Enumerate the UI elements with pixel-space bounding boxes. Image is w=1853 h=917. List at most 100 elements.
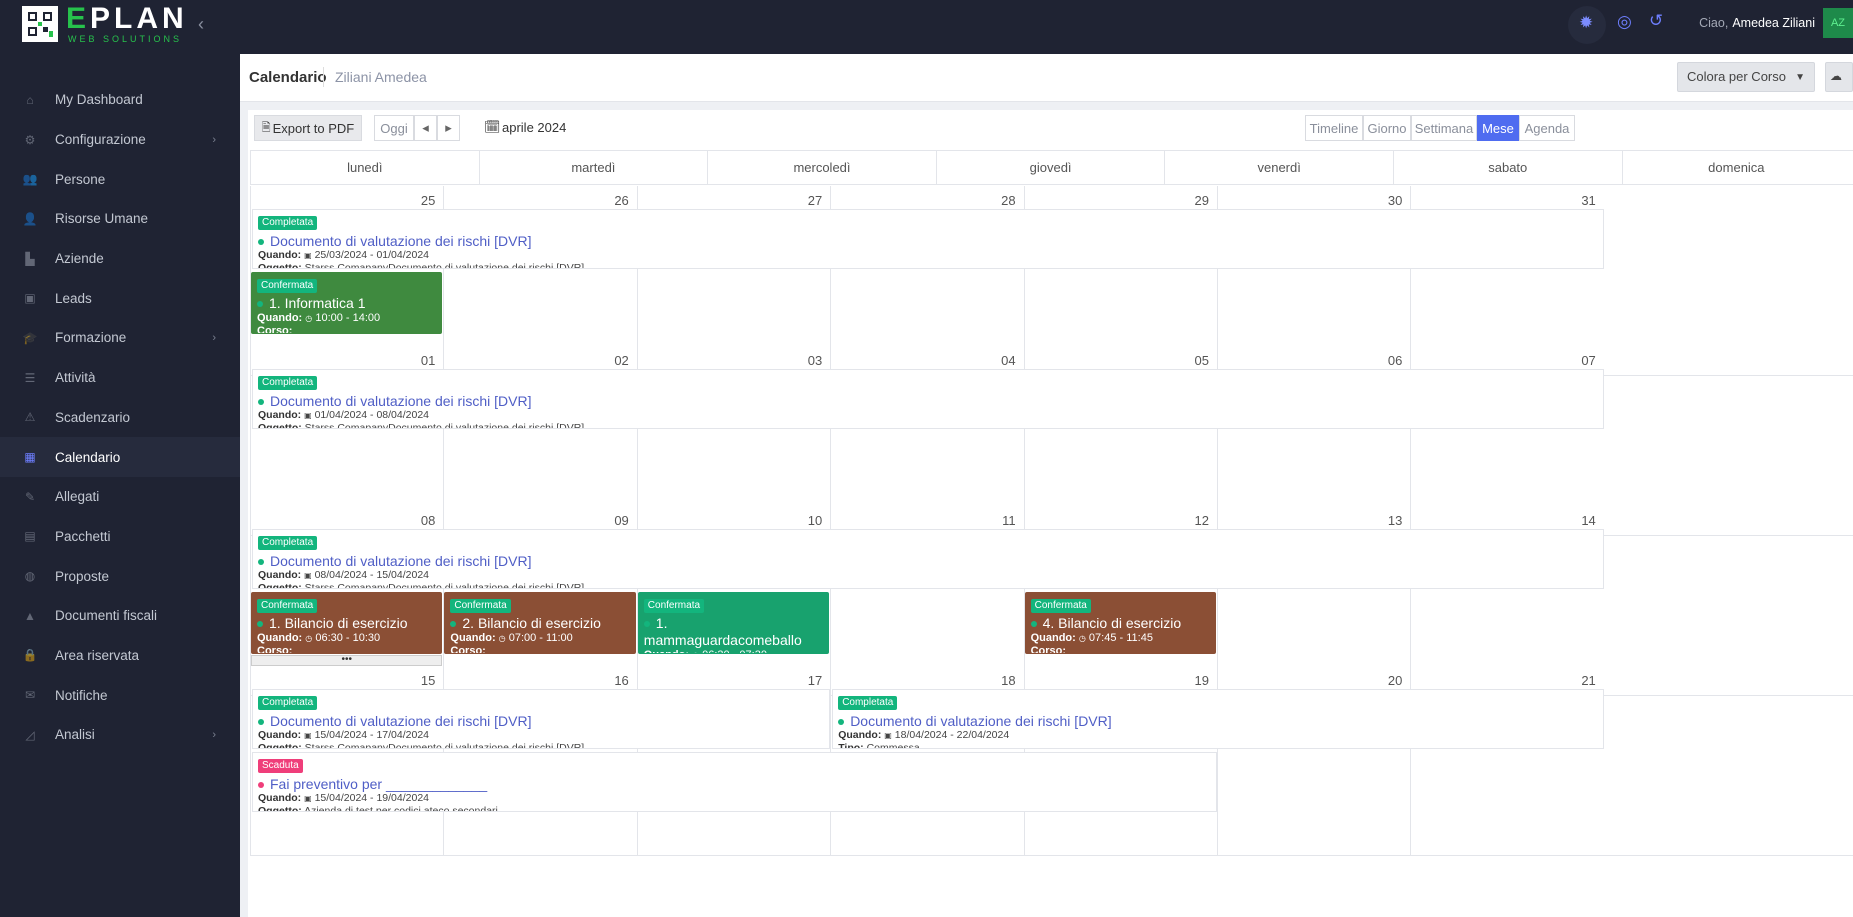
view-giorno-button[interactable]: Giorno <box>1363 115 1411 141</box>
sidebar-item-pacchetti[interactable]: ▤ Pacchetti <box>0 517 240 557</box>
day-number[interactable]: 20 <box>1388 673 1402 688</box>
day-number[interactable]: 15 <box>421 673 435 688</box>
view-settimana-button[interactable]: Settimana <box>1411 115 1477 141</box>
sidebar-item-proposte[interactable]: ◍ Proposte <box>0 556 240 596</box>
course-title[interactable]: 1. Informatica 1 <box>269 295 366 311</box>
day-number[interactable]: 19 <box>1195 673 1209 688</box>
sidebar-item-calendario[interactable]: ▦ Calendario <box>0 437 240 477</box>
color-by-select[interactable]: Colora per Corso ▼ <box>1677 62 1815 92</box>
sidebar-item-leads[interactable]: ▣ Leads <box>0 278 240 318</box>
day-number[interactable]: 05 <box>1195 353 1209 368</box>
next-month-button[interactable]: ▸ <box>437 115 460 141</box>
weekday-header-cell: sabato <box>1392 151 1622 184</box>
avatar[interactable]: AZ <box>1823 8 1853 38</box>
course-title[interactable]: 2. Bilancio di esercizio <box>462 615 601 631</box>
day-number[interactable]: 04 <box>1001 353 1015 368</box>
event-title[interactable]: Fai preventivo per _____________ <box>270 776 487 792</box>
event-bar[interactable]: Completata Documento di valutazione dei r… <box>252 209 1604 269</box>
day-number[interactable]: 17 <box>808 673 822 688</box>
day-number[interactable]: 07 <box>1581 353 1595 368</box>
event-bar[interactable]: Completata Documento di valutazione dei r… <box>252 369 1604 429</box>
today-button[interactable]: Oggi <box>374 115 414 141</box>
view-mese-button[interactable]: Mese <box>1477 115 1519 141</box>
day-number[interactable]: 01 <box>421 353 435 368</box>
sidebar-item-aziende[interactable]: ▙ Aziende <box>0 239 240 279</box>
day-number[interactable]: 12 <box>1195 513 1209 528</box>
calendar-icon[interactable]: 🗓 <box>484 119 501 135</box>
calendar-toolbar: 🗎 Export to PDF Oggi ◂ ▸ 🗓 aprile 2024 Ti… <box>248 110 1853 150</box>
sidebar-item-notifiche[interactable]: ✉ Notifiche <box>0 675 240 715</box>
sidebar-item-configurazione[interactable]: ⚙ Configurazione › <box>0 120 240 160</box>
day-number[interactable]: 26 <box>614 193 628 208</box>
gear-icon[interactable]: ✹ <box>1579 13 1593 33</box>
collapse-sidebar-icon[interactable]: ‹ <box>198 14 204 35</box>
day-number[interactable]: 11 <box>1002 513 1016 528</box>
history-icon[interactable]: ↺ <box>1649 11 1663 31</box>
view-agenda-button[interactable]: Agenda <box>1519 115 1575 141</box>
event-bar[interactable]: Completata Documento di valutazione dei r… <box>832 689 1604 749</box>
weekday-header-cell: mercoledì <box>707 151 936 184</box>
event-title[interactable]: Documento di valutazione dei rischi [DVR… <box>270 713 531 729</box>
course-event[interactable]: Confermata 1. Informatica 1 Quando: ◷ 10:0… <box>251 272 443 334</box>
sidebar-item-my-dashboard[interactable]: ⌂ My Dashboard <box>0 80 240 120</box>
sidebar-item-label: Pacchetti <box>55 528 111 544</box>
day-number[interactable]: 27 <box>808 193 822 208</box>
course-event[interactable]: Confermata 1. mammaguardacomeballoQuando:… <box>637 592 830 654</box>
day-number[interactable]: 29 <box>1195 193 1209 208</box>
day-number[interactable]: 13 <box>1388 513 1402 528</box>
day-number[interactable]: 14 <box>1581 513 1595 528</box>
day-number[interactable]: 06 <box>1388 353 1402 368</box>
day-number[interactable]: 03 <box>808 353 822 368</box>
event-title[interactable]: Documento di valutazione dei rischi [DVR… <box>270 393 531 409</box>
sidebar-item-documenti-fiscali[interactable]: ▲ Documenti fiscali <box>0 596 240 636</box>
course-event[interactable]: Confermata 1. Bilancio di esercizio Quando… <box>251 592 443 654</box>
prev-month-button[interactable]: ◂ <box>414 115 437 141</box>
event-title[interactable]: Documento di valutazione dei rischi [DVR… <box>850 713 1111 729</box>
event-bar[interactable]: Completata Documento di valutazione dei r… <box>252 689 831 749</box>
day-number[interactable]: 10 <box>808 513 822 528</box>
sidebar-item-persone[interactable]: 👥 Persone <box>0 159 240 199</box>
user-name[interactable]: Amedea Ziliani <box>1732 16 1815 30</box>
event-bar[interactable]: Completata Documento di valutazione dei r… <box>252 529 1604 589</box>
course-title[interactable]: 1. mammaguardacomeballo <box>644 615 802 648</box>
day-number[interactable]: 02 <box>614 353 628 368</box>
course-title[interactable]: 4. Bilancio di esercizio <box>1043 615 1182 631</box>
event-field-label: Oggetto: <box>258 805 302 812</box>
event-title[interactable]: Documento di valutazione dei rischi [DVR… <box>270 233 531 249</box>
export-pdf-button[interactable]: 🗎 Export to PDF <box>254 115 362 141</box>
day-number[interactable]: 18 <box>1001 673 1015 688</box>
view-timeline-button[interactable]: Timeline <box>1305 115 1363 141</box>
sidebar-item-risorse-umane[interactable]: 👤 Risorse Umane <box>0 199 240 239</box>
course-event[interactable]: Confermata 2. Bilancio di esercizio Quando… <box>444 592 636 654</box>
day-number[interactable]: 08 <box>421 513 435 528</box>
sidebar-item-scadenzario[interactable]: ⚠ Scadenzario <box>0 398 240 438</box>
clock-icon: ◷ <box>305 634 313 643</box>
course-label: Corso: <box>450 645 486 654</box>
event-title[interactable]: Documento di valutazione dei rischi [DVR… <box>270 553 531 569</box>
day-number[interactable]: 30 <box>1388 193 1402 208</box>
page-title: Calendario <box>249 69 327 86</box>
sidebar-item-analisi[interactable]: ◿ Analisi › <box>0 715 240 755</box>
sidebar-item-allegati[interactable]: ✎ Allegati <box>0 477 240 517</box>
sidebar-item-area-riservata[interactable]: 🔒 Area riservata <box>0 636 240 676</box>
period-label[interactable]: aprile 2024 <box>502 120 566 135</box>
life-ring-icon[interactable]: ◎ <box>1617 12 1632 32</box>
day-number[interactable]: 25 <box>421 193 435 208</box>
more-events-button[interactable]: ••• <box>251 655 443 666</box>
when-label: Quando: <box>644 649 689 653</box>
event-bar[interactable]: Scaduta Fai preventivo per _____________ Q… <box>252 752 1217 812</box>
eplan-logo[interactable]: EPLAN WEB SOLUTIONS <box>22 2 197 48</box>
status-badge: Completata <box>258 216 318 230</box>
course-title[interactable]: 1. Bilancio di esercizio <box>269 615 408 631</box>
cloud-button[interactable]: ☁ <box>1825 62 1853 92</box>
day-number[interactable]: 31 <box>1581 193 1595 208</box>
sidebar-item-formazione[interactable]: 🎓 Formazione › <box>0 318 240 358</box>
sidebar-item-attivit[interactable]: ☰ Attività <box>0 358 240 398</box>
day-number[interactable]: 21 <box>1581 673 1595 688</box>
day-number[interactable]: 16 <box>614 673 628 688</box>
day-number[interactable]: 28 <box>1001 193 1015 208</box>
event-field-label: Quando: <box>258 249 302 261</box>
course-event[interactable]: Confermata 4. Bilancio di esercizio Quando… <box>1024 592 1216 654</box>
day-number[interactable]: 09 <box>614 513 628 528</box>
greeting: Ciao, <box>1699 16 1729 30</box>
